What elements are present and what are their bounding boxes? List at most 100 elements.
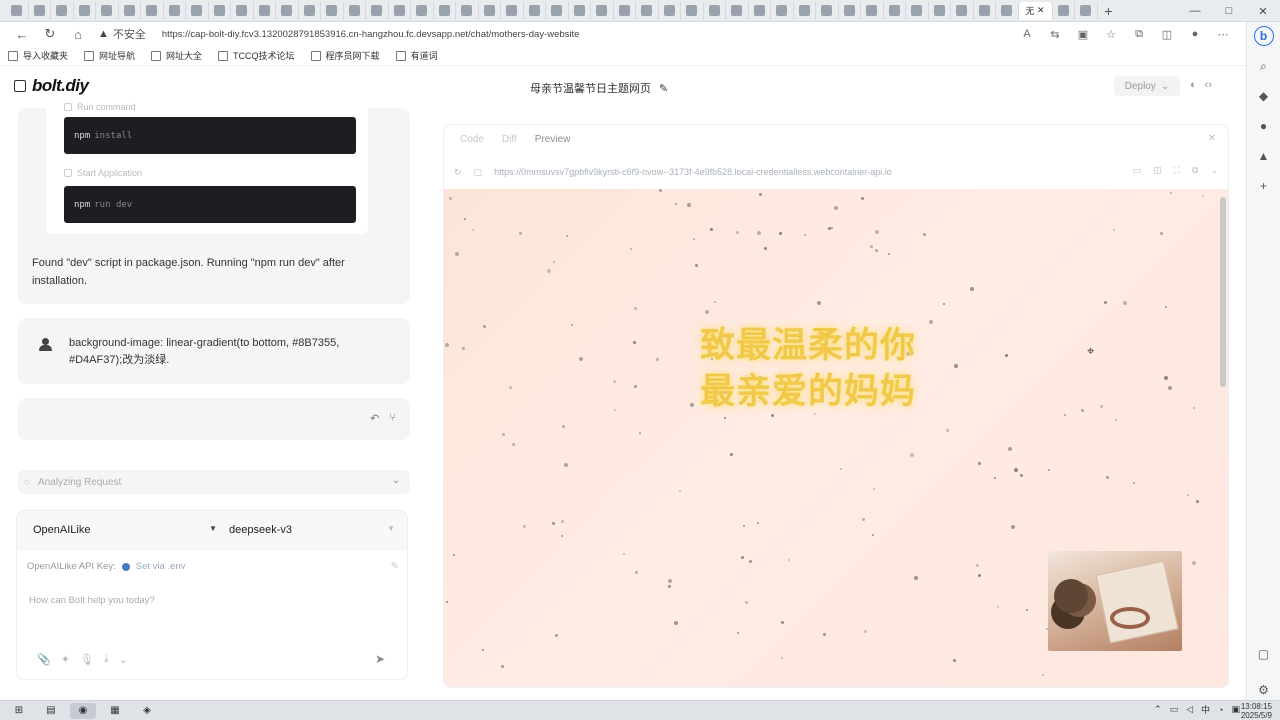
tab-preview[interactable]: Preview bbox=[535, 134, 571, 145]
browser-tab[interactable] bbox=[96, 1, 119, 20]
browser-tab[interactable] bbox=[861, 1, 884, 20]
browser-tab[interactable] bbox=[726, 1, 749, 20]
browser-tab[interactable] bbox=[636, 1, 659, 20]
extensions-icon[interactable]: ◫ bbox=[1156, 28, 1178, 41]
browser-tab[interactable] bbox=[74, 1, 96, 20]
file-explorer-icon[interactable]: ▤ bbox=[38, 703, 64, 719]
bookmark-item[interactable]: 网址导航 bbox=[84, 49, 135, 62]
browser-tab[interactable] bbox=[816, 1, 839, 20]
browser-tab[interactable] bbox=[524, 1, 546, 20]
bookmark-item[interactable]: 有道词 bbox=[395, 49, 438, 62]
collections-icon[interactable]: ⧉ bbox=[1128, 28, 1150, 41]
app-install-icon[interactable]: ▣ bbox=[1072, 28, 1094, 41]
notification-icon[interactable]: ▣ bbox=[1231, 704, 1240, 715]
search-icon[interactable]: ⌕ bbox=[1254, 56, 1274, 76]
browser-tab[interactable] bbox=[749, 1, 771, 20]
add-sidebar-icon[interactable]: + bbox=[1254, 176, 1274, 196]
network-icon[interactable]: ▭ bbox=[1170, 704, 1179, 715]
volume-icon[interactable]: ◁ bbox=[1186, 704, 1193, 715]
browser-tab[interactable] bbox=[344, 1, 366, 20]
browser-tab[interactable] bbox=[456, 1, 479, 20]
browser-taskbar-icon[interactable]: ◈ bbox=[134, 703, 160, 719]
fork-icon[interactable]: ⑂ bbox=[389, 412, 396, 425]
browser-tab[interactable] bbox=[614, 1, 636, 20]
send-button[interactable]: ➤ bbox=[375, 652, 385, 666]
input-language[interactable]: 中 bbox=[1201, 703, 1210, 716]
open-new-window-icon[interactable]: ⧉ bbox=[1192, 165, 1198, 176]
browser-tab[interactable] bbox=[276, 1, 299, 20]
browser-tab[interactable] bbox=[884, 1, 906, 20]
browser-tab[interactable] bbox=[51, 1, 74, 20]
tab-diff[interactable]: Diff bbox=[502, 134, 517, 145]
deploy-button[interactable]: Deploy ⌄ bbox=[1114, 76, 1180, 96]
microphone-icon[interactable]: 🎙 bbox=[80, 653, 94, 666]
provider-select[interactable]: OpenAILike ▼ bbox=[33, 524, 217, 536]
browser-tab[interactable] bbox=[906, 1, 929, 20]
tab-actions-button[interactable] bbox=[6, 1, 29, 20]
favorite-icon[interactable]: ☆ bbox=[1100, 28, 1122, 41]
system-clock[interactable]: 13:08:15 2025/5/9 bbox=[1241, 702, 1272, 720]
bookmark-item[interactable]: 程序员网下载 bbox=[310, 49, 380, 62]
browser-tab[interactable] bbox=[164, 1, 186, 20]
edit-key-icon[interactable]: ✎ bbox=[391, 561, 399, 572]
tray-overflow-icon[interactable]: ⌃ bbox=[1154, 704, 1162, 715]
app-logo[interactable]: bolt.diy bbox=[32, 76, 89, 96]
chat-title[interactable]: 母亲节温馨节日主题网页 ✎ bbox=[530, 80, 668, 96]
new-tab-icon[interactable]: + bbox=[1098, 3, 1120, 19]
copilot-icon[interactable]: b bbox=[1253, 26, 1274, 46]
shopping-icon[interactable]: ◆ bbox=[1254, 86, 1274, 106]
browser-tab[interactable] bbox=[254, 1, 276, 20]
progress-bar-analyzing[interactable]: ◌ Analyzing Request ⌄ bbox=[18, 470, 410, 494]
sidebar-toggle-icon[interactable] bbox=[14, 80, 26, 92]
browser-tab[interactable] bbox=[141, 1, 164, 20]
browser-tab[interactable] bbox=[389, 1, 411, 20]
outlook-icon[interactable]: ▲ bbox=[1254, 146, 1274, 166]
preview-url[interactable]: https://0mmsuvsv7gpbfiv9kyrsti-c6f9-nvow… bbox=[494, 167, 892, 177]
back-icon[interactable]: ← bbox=[8, 23, 36, 45]
split-view-icon[interactable]: ◫ bbox=[1153, 165, 1162, 176]
browser-tab[interactable] bbox=[794, 1, 816, 20]
profile-icon[interactable]: ● bbox=[1184, 28, 1206, 40]
bookmark-item[interactable]: TCCQ技术论坛 bbox=[218, 49, 295, 62]
browser-tab[interactable] bbox=[546, 1, 569, 20]
browser-tab[interactable] bbox=[119, 1, 141, 20]
edit-title-icon[interactable]: ✎ bbox=[659, 82, 668, 95]
enhance-prompt-icon[interactable]: ✦ bbox=[61, 653, 70, 666]
browser-tab[interactable] bbox=[951, 1, 974, 20]
browser-tab[interactable] bbox=[996, 1, 1019, 20]
start-icon[interactable]: ⊞ bbox=[6, 703, 32, 719]
device-mode-icon[interactable]: ▭ bbox=[1133, 165, 1142, 176]
sidebar-layout-icon[interactable]: ▢ bbox=[1254, 644, 1274, 664]
browser-tab[interactable] bbox=[479, 1, 501, 20]
close-tab-icon[interactable]: ✕ bbox=[1037, 5, 1045, 16]
browser-tab[interactable] bbox=[771, 1, 794, 20]
url-field[interactable]: https://cap-bolt-diy.fcv3.13200287918539… bbox=[162, 29, 580, 40]
browser-tab[interactable] bbox=[974, 1, 996, 20]
toggle-chat-icon[interactable]: ◐ bbox=[1190, 79, 1197, 91]
maximize-icon[interactable]: □ bbox=[1212, 0, 1246, 22]
browser-tab[interactable] bbox=[1053, 1, 1075, 20]
browser-tab[interactable] bbox=[569, 1, 591, 20]
chat-app-icon[interactable]: ◉ bbox=[70, 702, 96, 719]
browser-tab[interactable] bbox=[231, 1, 254, 20]
chevron-down-icon[interactable]: ⌄ bbox=[119, 653, 128, 666]
fullscreen-icon[interactable]: ⛶ bbox=[1174, 165, 1180, 176]
chevron-down-icon[interactable]: ⌄ bbox=[392, 475, 400, 486]
scrollbar-thumb[interactable] bbox=[1220, 197, 1226, 387]
app-icon[interactable]: ▦ bbox=[102, 703, 128, 719]
attach-icon[interactable]: 📎 bbox=[37, 653, 51, 666]
security-indicator[interactable]: ▲ 不安全 bbox=[98, 26, 146, 42]
office-icon[interactable]: ● bbox=[1254, 116, 1274, 136]
browser-tab[interactable] bbox=[681, 1, 704, 20]
browser-tab[interactable] bbox=[321, 1, 344, 20]
browser-tab[interactable] bbox=[186, 1, 209, 20]
preview-frame[interactable]: 致最温柔的你 最亲爱的妈妈 bbox=[444, 189, 1228, 687]
browser-tab[interactable] bbox=[929, 1, 951, 20]
close-window-icon[interactable]: ✕ bbox=[1246, 0, 1280, 22]
settings-icon[interactable]: ⚙ bbox=[1254, 680, 1274, 700]
browser-tab[interactable] bbox=[591, 1, 614, 20]
chevron-down-icon[interactable]: ⌄ bbox=[1210, 165, 1218, 176]
more-options-icon[interactable]: ⋯ bbox=[1212, 28, 1234, 41]
refresh-icon[interactable]: ↻ bbox=[36, 23, 64, 45]
browser-tab[interactable] bbox=[411, 1, 434, 20]
